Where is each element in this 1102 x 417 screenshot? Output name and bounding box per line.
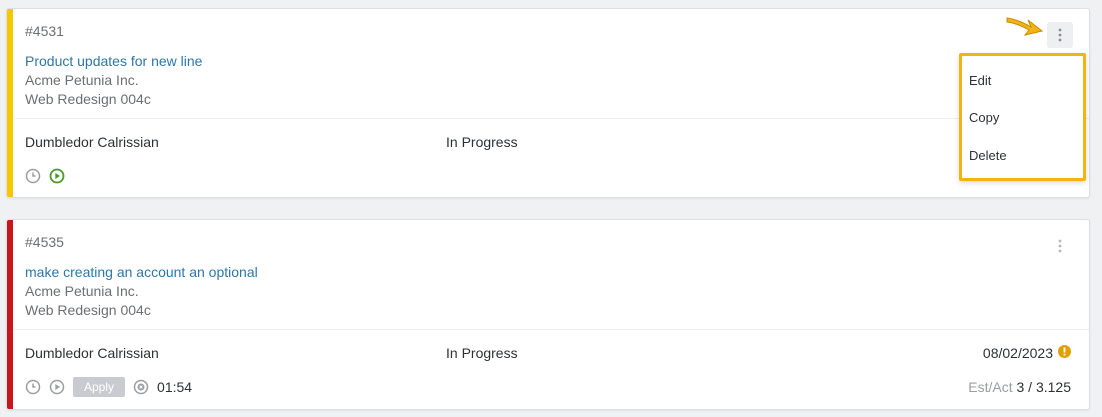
task-id: #4531	[25, 23, 64, 39]
play-icon[interactable]	[49, 379, 65, 395]
status-label: In Progress	[446, 134, 518, 150]
est-act-label: Est/Act	[968, 379, 1013, 395]
kebab-icon	[1058, 239, 1062, 253]
context-menu: Edit Copy Delete	[959, 53, 1086, 181]
play-icon[interactable]	[49, 168, 65, 184]
divider	[13, 118, 1089, 119]
kebab-icon	[1058, 28, 1062, 42]
est-act: Est/Act 3 / 3.125	[968, 379, 1071, 395]
more-options-button[interactable]	[1047, 233, 1073, 259]
apply-button[interactable]: Apply	[73, 377, 126, 397]
task-card-4535: #4535 make creating an account an option…	[6, 219, 1090, 410]
client-name: Acme Petunia Inc.	[25, 72, 139, 88]
timer-value: 01:54	[157, 379, 193, 395]
clock-icon[interactable]	[25, 379, 41, 395]
action-icons	[25, 168, 65, 184]
action-icons: Apply 01:54	[25, 377, 192, 397]
menu-item-copy[interactable]: Copy	[969, 110, 999, 125]
status-label: In Progress	[446, 345, 518, 361]
client-name: Acme Petunia Inc.	[25, 283, 139, 299]
task-title-link[interactable]: Product updates for new line	[25, 53, 202, 69]
task-title-link[interactable]: make creating an account an optional	[25, 264, 258, 280]
divider	[13, 329, 1089, 330]
priority-accent-bar	[7, 9, 13, 197]
priority-accent-bar	[7, 220, 13, 409]
task-card-4531: #4531 Product updates for new line Acme …	[6, 8, 1090, 198]
project-name: Web Redesign 004c	[25, 302, 151, 318]
project-name: Web Redesign 004c	[25, 91, 151, 107]
menu-item-delete[interactable]: Delete	[969, 148, 1007, 163]
due-date: 08/02/2023	[983, 345, 1071, 361]
pointer-arrow-icon	[1004, 13, 1044, 42]
task-id: #4535	[25, 234, 64, 250]
est-act-value: 3 / 3.125	[1016, 379, 1072, 395]
assignee-name: Dumbledor Calrissian	[25, 345, 159, 361]
due-date-value: 08/02/2023	[982, 345, 1053, 361]
more-options-button[interactable]	[1047, 22, 1073, 48]
assignee-name: Dumbledor Calrissian	[25, 134, 159, 150]
menu-item-edit[interactable]: Edit	[969, 73, 991, 88]
cancel-icon[interactable]	[133, 379, 149, 395]
clock-icon[interactable]	[25, 168, 41, 184]
warning-icon	[1058, 345, 1071, 361]
